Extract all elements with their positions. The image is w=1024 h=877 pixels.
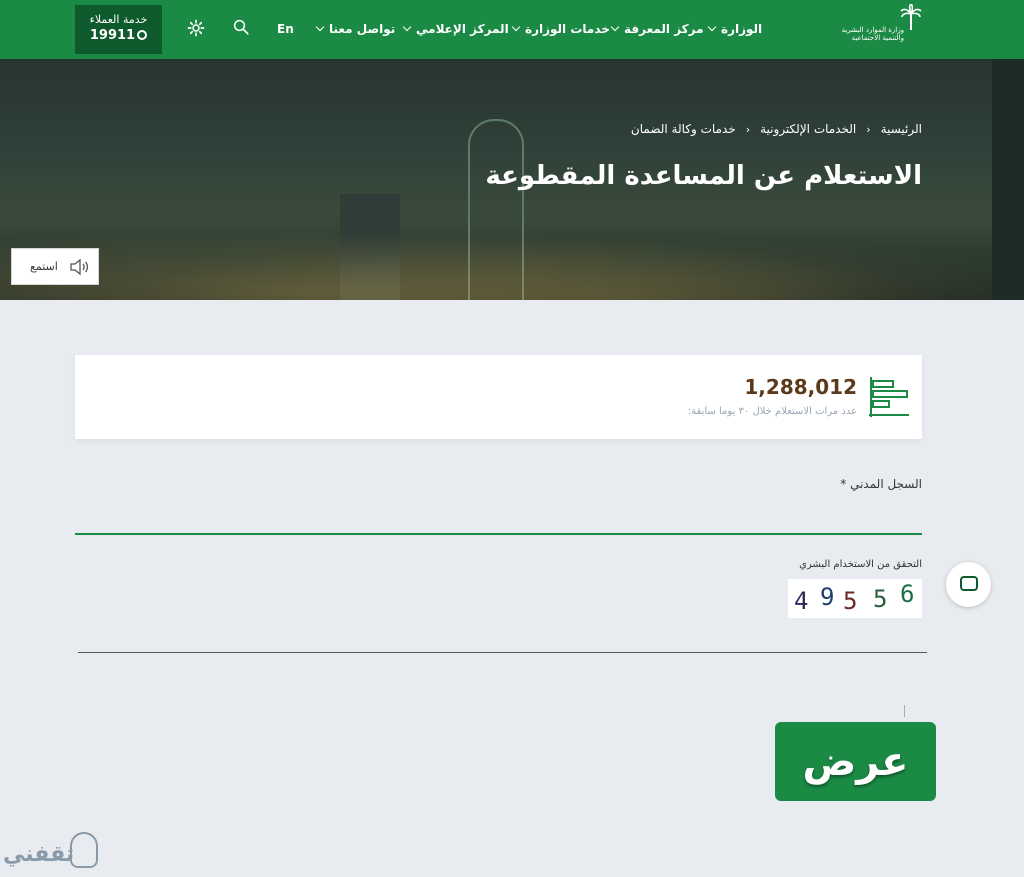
search-icon[interactable] [232,18,250,36]
field-label: السجل المدني [850,477,922,491]
nav-label: الوزارة [721,22,763,36]
chevron-down-icon [707,22,717,32]
inquiry-count: 1,288,012 [744,375,857,399]
customer-service-button[interactable]: خدمة العملاء 19911 [75,5,162,54]
listen-button[interactable]: استمع [11,248,99,285]
breadcrumb-e-services[interactable]: الخدمات الإلكترونية [760,122,856,136]
chevron-left-icon: ‹ [866,123,871,136]
captcha-digit: 9 [820,583,835,611]
captcha-digit: 5 [873,585,888,613]
listen-label: استمع [30,260,58,273]
chevron-left-icon: ‹ [745,123,751,136]
captcha-input[interactable] [78,625,927,653]
nav-label: المركز الإعلامي [416,22,509,36]
nav-ministry-services[interactable]: خدمات الوزارة [511,22,610,36]
breadcrumb-home[interactable]: الرئيسية [881,122,922,136]
inquiry-count-caption: عدد مرات الاستعلام خلال ٣٠ يوما سابقة: [687,406,857,417]
captcha-digit: 6 [900,580,915,608]
language-toggle[interactable]: En [277,22,294,36]
captcha-digit: 5 [843,587,858,615]
required-mark: * [840,477,847,491]
page-title: الاستعلام عن المساعدة المقطوعة [485,161,922,191]
breadcrumb: الرئيسية ‹ الخدمات الإلكترونية ‹ خدمات وكالة… [631,122,922,136]
nav-contact-us[interactable]: تواصل معنا [315,22,396,36]
customer-service-number: 19911 [89,28,136,43]
watermark-text: ثقفني [3,842,75,867]
nav-ministry[interactable]: الوزارة [707,22,763,36]
logo-text: وزارة الموارد البشرية والتنمية الاجتماعي… [841,26,904,42]
nav-label: تواصل معنا [329,22,396,36]
top-navbar: خدمة العملاء 19911 En تواصل معنا المركز … [0,0,1024,59]
captcha-image: 4 9 5 5 6 [788,579,922,618]
chevron-down-icon [511,22,521,32]
bar-chart-icon [869,377,909,417]
city-lights [0,220,1024,300]
chevron-down-icon [402,22,412,32]
captcha-digit: 4 [794,587,809,615]
chat-bubble-icon [960,576,978,591]
submit-button[interactable]: عرض [775,722,936,801]
chevron-down-icon [315,22,325,32]
lightbulb-icon [70,832,98,868]
hero-banner: الرئيسية ‹ الخدمات الإلكترونية ‹ خدمات وكالة… [0,59,1024,300]
hero-side-strip [992,59,1024,300]
watermark: ثقفني [3,826,98,876]
civil-id-input[interactable] [75,500,922,535]
chevron-down-icon [610,22,620,32]
customer-service-label: خدمة العملاء [89,13,148,26]
ministry-logo[interactable]: وزارة الموارد البشرية والتنمية الاجتماعي… [842,4,922,56]
nav-label: مركز المعرفة [624,22,704,36]
phone-icon [137,30,148,40]
chat-button[interactable] [946,562,991,607]
civil-id-label: السجل المدني * [840,477,922,491]
nav-media-center[interactable]: المركز الإعلامي [402,22,509,36]
breadcrumb-current[interactable]: خدمات وكالة الضمان [631,122,736,136]
nav-label: خدمات الوزارة [525,22,610,36]
stats-card: 1,288,012 عدد مرات الاستعلام خلال ٣٠ يوم… [75,355,922,439]
speaker-icon [70,258,89,276]
captcha-label: التحقق من الاستخدام البشري [799,559,922,570]
gear-icon[interactable] [187,19,205,37]
divider-tick [904,705,905,717]
nav-knowledge-center[interactable]: مركز المعرفة [610,22,704,36]
